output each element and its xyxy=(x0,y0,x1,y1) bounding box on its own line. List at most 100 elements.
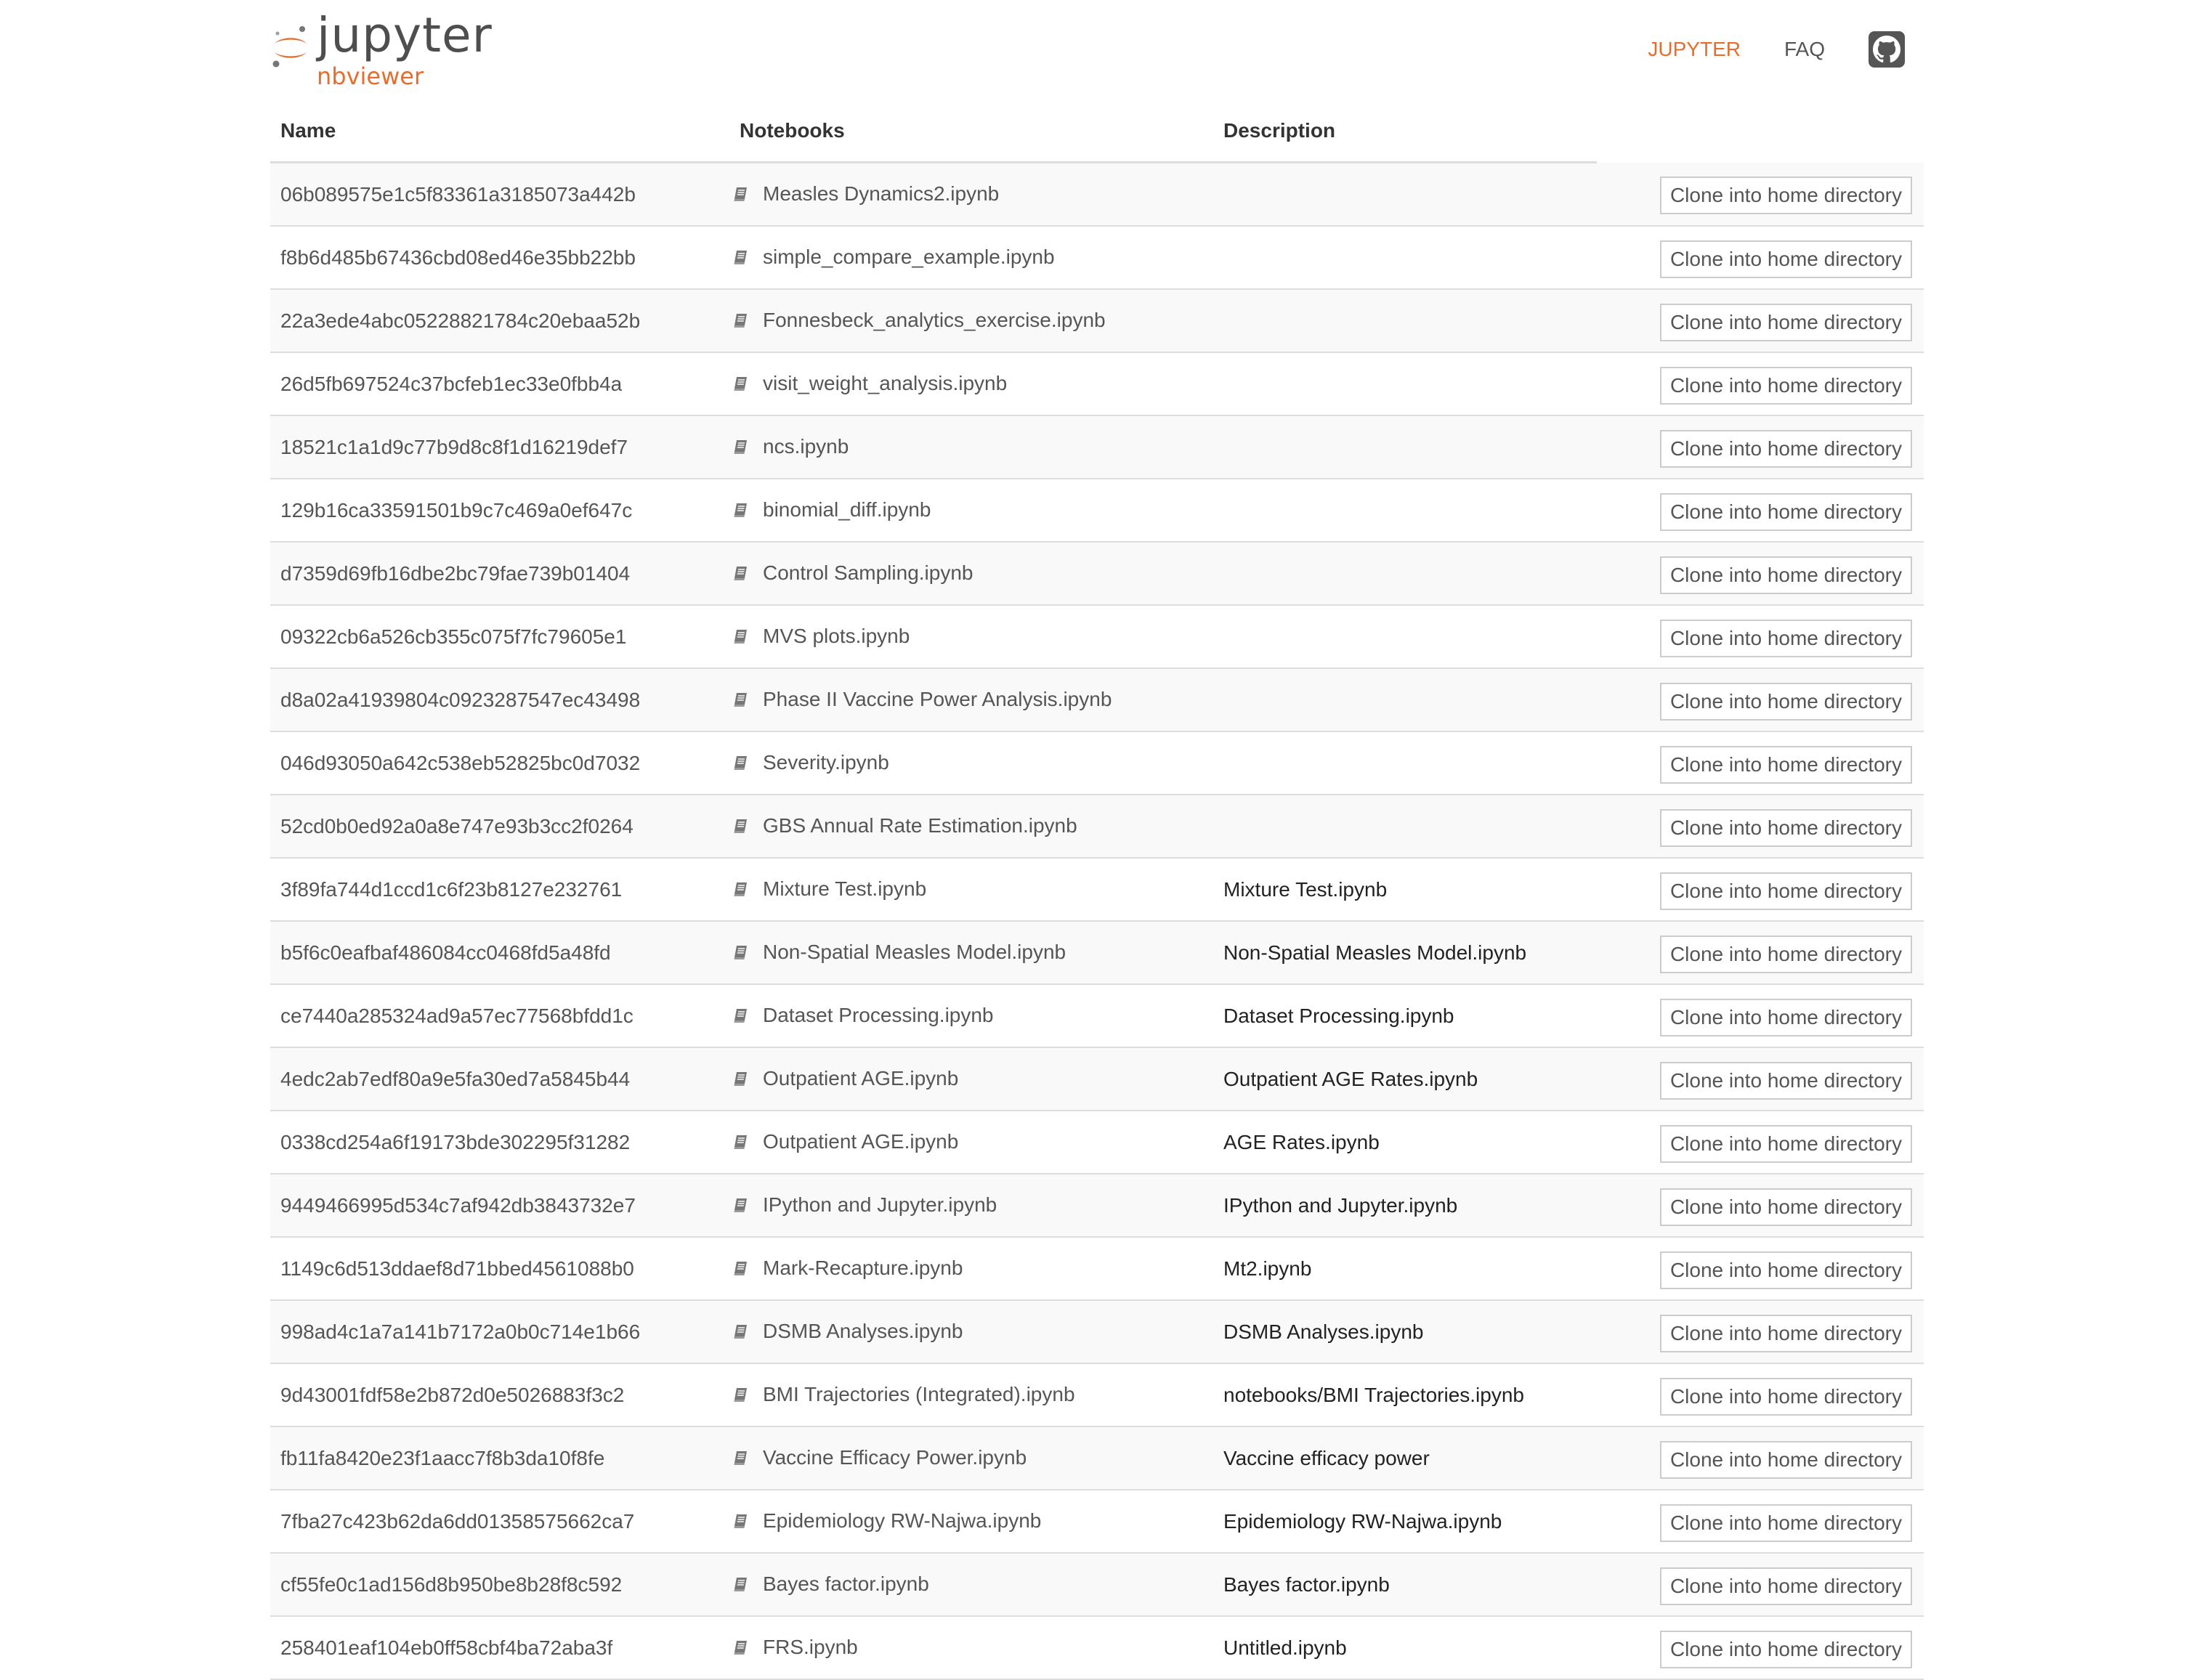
action-cell: Clone into home directory xyxy=(1597,921,1924,985)
action-cell: Clone into home directory xyxy=(1597,984,1924,1048)
gist-name-text: 7fba27c423b62da6dd01358575662ca7 xyxy=(280,1509,635,1533)
notebook-link[interactable]: MVS plots.ipynb xyxy=(732,625,910,648)
action-cell: Clone into home directory xyxy=(1597,1111,1924,1174)
notebook-link[interactable]: Epidemiology RW-Najwa.ipynb xyxy=(732,1509,1041,1533)
description-text: Dataset Processing.ipynb xyxy=(1223,1004,1454,1027)
clone-button[interactable]: Clone into home directory xyxy=(1659,998,1912,1036)
clone-button[interactable]: Clone into home directory xyxy=(1659,429,1912,468)
notebook-link[interactable]: Non-Spatial Measles Model.ipynb xyxy=(732,941,1066,964)
gist-name: 129b16ca33591501b9c7c469a0ef647c xyxy=(270,479,729,543)
clone-button[interactable]: Clone into home directory xyxy=(1659,619,1912,657)
notebook-link[interactable]: BMI Trajectories (Integrated).ipynb xyxy=(732,1383,1075,1406)
notebook-link[interactable]: Vaccine Efficacy Power.ipynb xyxy=(732,1446,1027,1469)
notebook-link[interactable]: ncs.ipynb xyxy=(732,435,849,458)
book-icon xyxy=(734,1261,747,1275)
notebook-link[interactable]: Dataset Processing.ipynb xyxy=(732,1004,994,1027)
clone-button[interactable]: Clone into home directory xyxy=(1659,1061,1912,1100)
gist-name-text: 258401eaf104eb0ff58cbf4ba72aba3f xyxy=(280,1636,613,1659)
gist-name: 09322cb6a526cb355c075f7fc79605e1 xyxy=(270,605,729,669)
clone-button[interactable]: Clone into home directory xyxy=(1659,1314,1912,1352)
book-icon xyxy=(734,755,747,770)
table-row: d8a02a41939804c0923287547ec43498 Phase I… xyxy=(270,668,1924,732)
action-cell: Clone into home directory xyxy=(1597,1300,1924,1364)
notebook-link[interactable]: Fonnesbeck_analytics_exercise.ipynb xyxy=(732,309,1106,332)
clone-button[interactable]: Clone into home directory xyxy=(1659,1124,1912,1163)
gist-name: fb11fa8420e23f1aacc7f8b3da10f8fe xyxy=(270,1427,729,1490)
notebook-name: Mark-Recapture.ipynb xyxy=(763,1256,963,1279)
clone-button[interactable]: Clone into home directory xyxy=(1659,1630,1912,1668)
clone-button[interactable]: Clone into home directory xyxy=(1659,1440,1912,1479)
notebook-link[interactable]: Phase II Vaccine Power Analysis.ipynb xyxy=(732,688,1112,711)
notebook-link[interactable]: Control Sampling.ipynb xyxy=(732,561,973,585)
clone-button[interactable]: Clone into home directory xyxy=(1659,240,1912,278)
clone-button[interactable]: Clone into home directory xyxy=(1659,366,1912,405)
clone-button[interactable]: Clone into home directory xyxy=(1659,935,1912,973)
description: Untitled.ipynb xyxy=(1213,1616,1597,1680)
gist-name: 9449466995d534c7af942db3843732e7 xyxy=(270,1174,729,1238)
notebook-link[interactable]: Severity.ipynb xyxy=(732,751,889,774)
column-header-notebooks: Notebooks xyxy=(729,100,1213,163)
gist-name-text: 4edc2ab7edf80a9e5fa30ed7a5845b44 xyxy=(280,1067,631,1090)
notebook-cell: Mixture Test.ipynb xyxy=(729,858,1213,922)
clone-button[interactable]: Clone into home directory xyxy=(1659,872,1912,910)
clone-button[interactable]: Clone into home directory xyxy=(1659,808,1912,847)
notebook-cell: Outpatient AGE.ipynb xyxy=(729,1111,1213,1174)
notebook-link[interactable]: FRS.ipynb xyxy=(732,1636,858,1659)
table-row: 0338cd254a6f19173bde302295f31282 Outpati… xyxy=(270,1111,1924,1174)
table-row: 129b16ca33591501b9c7c469a0ef647c binomia… xyxy=(270,479,1924,543)
clone-button[interactable]: Clone into home directory xyxy=(1659,1567,1912,1605)
clone-button[interactable]: Clone into home directory xyxy=(1659,556,1912,594)
clone-button[interactable]: Clone into home directory xyxy=(1659,1251,1912,1289)
clone-button[interactable]: Clone into home directory xyxy=(1659,176,1912,214)
notebook-cell: Fonnesbeck_analytics_exercise.ipynb xyxy=(729,289,1213,353)
notebook-link[interactable]: GBS Annual Rate Estimation.ipynb xyxy=(732,814,1077,837)
gist-name-text: 046d93050a642c538eb52825bc0d7032 xyxy=(280,751,641,774)
description xyxy=(1213,415,1597,479)
notebook-link[interactable]: Bayes factor.ipynb xyxy=(732,1573,929,1596)
notebook-name: Outpatient AGE.ipynb xyxy=(763,1129,959,1153)
github-icon[interactable] xyxy=(1869,31,1905,68)
action-cell: Clone into home directory xyxy=(1597,1174,1924,1238)
notebook-link[interactable]: DSMB Analyses.ipynb xyxy=(732,1320,963,1343)
jupyter-logo[interactable]: jupyter nbviewer xyxy=(270,7,510,93)
notebook-cell: Non-Spatial Measles Model.ipynb xyxy=(729,921,1213,985)
action-cell: Clone into home directory xyxy=(1597,1047,1924,1111)
nav-link-faq[interactable]: FAQ xyxy=(1784,38,1825,61)
notebook-link[interactable]: IPython and Jupyter.ipynb xyxy=(732,1193,997,1217)
notebook-link[interactable]: Measles Dynamics2.ipynb xyxy=(732,182,999,206)
clone-button[interactable]: Clone into home directory xyxy=(1659,492,1912,531)
nav-link-jupyter[interactable]: JUPYTER xyxy=(1648,38,1741,61)
clone-button[interactable]: Clone into home directory xyxy=(1659,745,1912,784)
gist-name-text: cf55fe0c1ad156d8b950be8b28f8c592 xyxy=(280,1573,623,1596)
clone-button[interactable]: Clone into home directory xyxy=(1659,1504,1912,1542)
notebook-link[interactable]: binomial_diff.ipynb xyxy=(732,498,931,522)
clone-button[interactable]: Clone into home directory xyxy=(1659,1377,1912,1416)
notebook-link[interactable]: simple_compare_example.ipynb xyxy=(732,245,1055,269)
notebook-link[interactable]: Outpatient AGE.ipynb xyxy=(732,1130,958,1153)
notebook-link[interactable]: Mixture Test.ipynb xyxy=(732,877,926,901)
notebook-link[interactable]: visit_weight_analysis.ipynb xyxy=(732,372,1007,395)
table-row: 3f89fa744d1ccd1c6f23b8127e232761 Mixture… xyxy=(270,858,1924,922)
gist-name-text: 26d5fb697524c37bcfeb1ec33e0fbb4a xyxy=(280,372,623,395)
notebook-cell: Outpatient AGE.ipynb xyxy=(729,1047,1213,1111)
logo-wordmark: jupyter xyxy=(317,7,493,63)
notebook-link[interactable]: Outpatient AGE.ipynb xyxy=(732,1067,958,1090)
column-header-actions xyxy=(1597,100,1924,163)
gist-name-text: d7359d69fb16dbe2bc79fae739b01404 xyxy=(280,561,631,585)
gist-name-text: 998ad4c1a7a141b7172a0b0c714e1b66 xyxy=(280,1320,641,1343)
book-icon xyxy=(734,819,747,833)
gist-name-text: 1149c6d513ddaef8d71bbed4561088b0 xyxy=(280,1257,634,1280)
github-octocat-icon xyxy=(1873,36,1900,63)
notebook-link[interactable]: Mark-Recapture.ipynb xyxy=(732,1257,963,1280)
notebook-cell: GBS Annual Rate Estimation.ipynb xyxy=(729,795,1213,859)
description xyxy=(1213,289,1597,353)
clone-button[interactable]: Clone into home directory xyxy=(1659,1188,1912,1226)
clone-button[interactable]: Clone into home directory xyxy=(1659,303,1912,341)
gist-name: f8b6d485b67436cbd08ed46e35bb22bb xyxy=(270,226,729,290)
book-icon xyxy=(734,692,747,707)
book-icon xyxy=(734,503,747,517)
notebook-name: BMI Trajectories (Integrated).ipynb xyxy=(763,1382,1075,1405)
clone-button[interactable]: Clone into home directory xyxy=(1659,682,1912,721)
description-text: Bayes factor.ipynb xyxy=(1223,1573,1390,1596)
notebooks-table: Name Notebooks Description 06b089575e1c5… xyxy=(270,100,1924,1680)
